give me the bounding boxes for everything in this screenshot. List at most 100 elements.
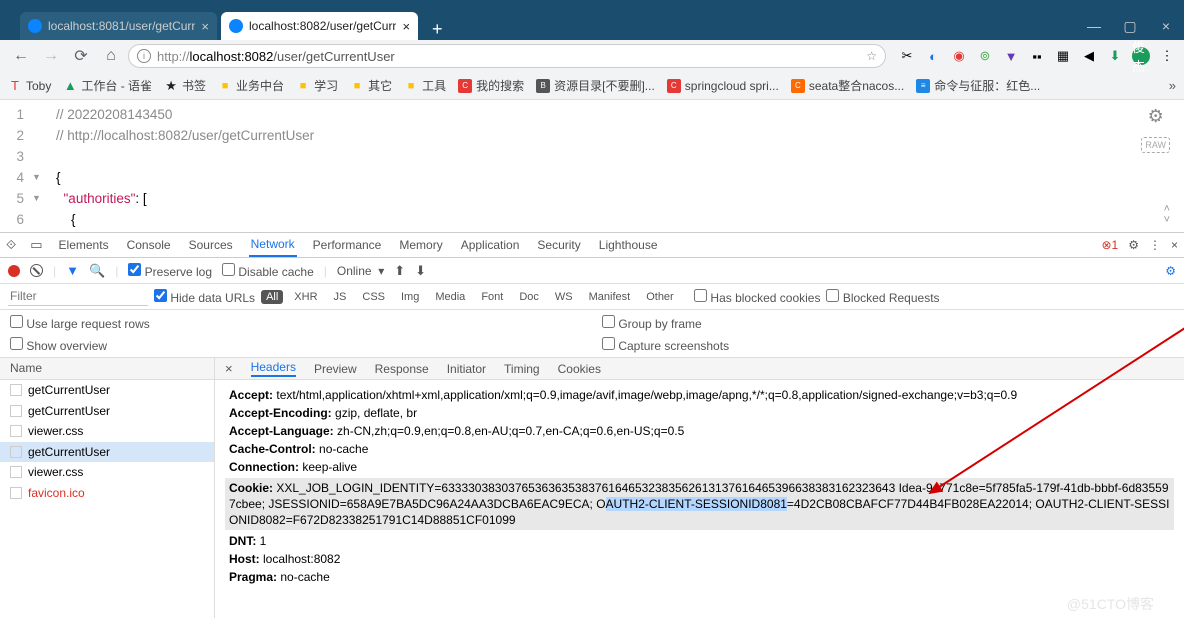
address-bar[interactable]: i http://localhost:8082/user/getCurrentU… [128, 44, 886, 68]
new-tab-button[interactable]: + [422, 19, 453, 40]
browser-tab[interactable]: localhost:8081/user/getCurr × [20, 12, 217, 40]
close-details-icon[interactable]: × [225, 361, 233, 376]
disable-cache-checkbox[interactable]: Disable cache [222, 263, 314, 279]
filter-input[interactable] [8, 287, 148, 306]
filter-type[interactable]: Media [430, 290, 470, 304]
filter-type[interactable]: Other [641, 290, 679, 304]
request-row[interactable]: getCurrentUser [0, 442, 214, 463]
filter-type[interactable]: Manifest [584, 290, 636, 304]
browser-tab[interactable]: localhost:8082/user/getCurr × [221, 12, 418, 40]
hide-data-urls-checkbox[interactable]: Hide data URLs [154, 289, 255, 305]
response-tab[interactable]: Response [375, 362, 429, 376]
bookmark[interactable]: ≡命令与征服：红色... [916, 77, 1040, 94]
ext-icon[interactable]: ▪▪ [1028, 47, 1046, 65]
bookmark[interactable]: B资源目录[不要删]... [536, 77, 655, 94]
bookmark[interactable]: TToby [8, 79, 51, 93]
large-rows-checkbox[interactable]: Use large request rows [10, 315, 582, 331]
more-icon[interactable]: ⋮ [1149, 238, 1161, 252]
site-info-icon[interactable]: i [137, 49, 151, 63]
home-button[interactable]: ⌂ [98, 43, 124, 69]
upload-icon[interactable]: ⬆ [394, 263, 405, 279]
chevron-down-icon[interactable]: ˅ [1164, 215, 1170, 226]
filter-type-all[interactable]: All [261, 290, 283, 304]
filter-icon[interactable]: ▼ [66, 263, 79, 278]
timing-tab[interactable]: Timing [504, 362, 540, 376]
tab-elements[interactable]: Elements [57, 233, 111, 257]
minimize-icon[interactable]: — [1076, 12, 1112, 40]
tab-performance[interactable]: Performance [311, 233, 384, 257]
gear-icon[interactable]: ⚙ [1148, 106, 1164, 127]
record-button[interactable] [8, 265, 20, 277]
preview-tab[interactable]: Preview [314, 362, 357, 376]
bookmark[interactable]: Cseata整合nacos... [791, 77, 904, 94]
bookmark[interactable]: Cspringcloud spri... [667, 79, 779, 93]
mute-icon[interactable]: ◀ [1080, 47, 1098, 65]
request-row[interactable]: viewer.css [0, 462, 214, 483]
avatar[interactable]: 俊杰 [1132, 47, 1150, 65]
ext-icon[interactable]: ◉ [950, 47, 968, 65]
preserve-log-checkbox[interactable]: Preserve log [128, 263, 212, 279]
tab-lighthouse[interactable]: Lighthouse [597, 233, 660, 257]
tab-application[interactable]: Application [459, 233, 522, 257]
close-icon[interactable]: × [201, 19, 209, 34]
column-header[interactable]: Name [0, 358, 214, 380]
request-row[interactable]: viewer.css [0, 421, 214, 442]
bookmark[interactable]: ★书签 [164, 77, 206, 94]
ext-icon[interactable]: ◐ [924, 47, 942, 65]
group-by-frame-checkbox[interactable]: Group by frame [602, 315, 1174, 331]
clear-button[interactable] [30, 264, 43, 277]
filter-type[interactable]: Font [476, 290, 508, 304]
menu-icon[interactable]: ⋮ [1158, 47, 1176, 65]
filter-type[interactable]: WS [550, 290, 578, 304]
bookmark-folder[interactable]: ■业务中台 [218, 77, 284, 94]
maximize-icon[interactable]: ▢ [1112, 12, 1148, 40]
headers-tab[interactable]: Headers [251, 360, 296, 377]
error-count[interactable]: ⊗1 [1101, 238, 1118, 252]
forward-button[interactable]: → [38, 43, 64, 69]
filter-type[interactable]: Img [396, 290, 424, 304]
close-icon[interactable]: × [402, 19, 410, 34]
tab-sources[interactable]: Sources [187, 233, 235, 257]
tab-network[interactable]: Network [249, 233, 297, 257]
tab-console[interactable]: Console [125, 233, 173, 257]
inspect-icon[interactable]: ⟐ [6, 237, 16, 253]
filter-type[interactable]: Doc [514, 290, 544, 304]
star-icon[interactable]: ☆ [866, 49, 877, 63]
blocked-requests-checkbox[interactable]: Blocked Requests [826, 289, 939, 305]
bookmark[interactable]: C我的搜索 [458, 77, 524, 94]
initiator-tab[interactable]: Initiator [447, 362, 486, 376]
close-devtools-icon[interactable]: × [1171, 238, 1178, 252]
device-icon[interactable]: ▭ [30, 237, 42, 253]
bookmark-folder[interactable]: ■学习 [296, 77, 338, 94]
request-row[interactable]: getCurrentUser [0, 380, 214, 401]
bookmarks-overflow-icon[interactable]: » [1169, 78, 1176, 93]
filter-type[interactable]: JS [329, 290, 352, 304]
wifi-icon[interactable]: ⊚ [976, 47, 994, 65]
request-row[interactable]: getCurrentUser [0, 401, 214, 422]
blocked-cookies-checkbox[interactable]: Has blocked cookies [694, 289, 820, 305]
request-row[interactable]: favicon.ico [0, 483, 214, 504]
filter-type[interactable]: CSS [357, 290, 390, 304]
ext-icon[interactable]: ▼ [1002, 47, 1020, 65]
search-icon[interactable]: 🔍 [89, 263, 105, 279]
raw-button[interactable]: RAW [1141, 137, 1170, 153]
back-button[interactable]: ← [8, 43, 34, 69]
ext-icon[interactable]: ▦ [1054, 47, 1072, 65]
reload-button[interactable]: ⟳ [68, 43, 94, 69]
close-window-icon[interactable]: × [1148, 12, 1184, 40]
gear-icon[interactable]: ⚙ [1128, 238, 1139, 252]
bookmark-folder[interactable]: ■工具 [404, 77, 446, 94]
throttling-select[interactable]: Online ▾ [337, 264, 384, 278]
bookmark[interactable]: ▲工作台 - 语雀 [63, 77, 152, 94]
download-icon[interactable]: ⬇ [415, 263, 426, 279]
bookmark-folder[interactable]: ■其它 [350, 77, 392, 94]
cookie-header[interactable]: Cookie: XXL_JOB_LOGIN_IDENTITY=633330383… [225, 478, 1174, 530]
settings-icon[interactable]: ⚙ [1165, 264, 1176, 278]
cookies-tab[interactable]: Cookies [558, 362, 601, 376]
scissors-icon[interactable]: ✂ [898, 47, 916, 65]
tab-memory[interactable]: Memory [397, 233, 444, 257]
download-icon[interactable]: ⬇ [1106, 47, 1124, 65]
tab-security[interactable]: Security [535, 233, 582, 257]
capture-screenshots-checkbox[interactable]: Capture screenshots [602, 337, 1174, 353]
filter-type[interactable]: XHR [289, 290, 322, 304]
